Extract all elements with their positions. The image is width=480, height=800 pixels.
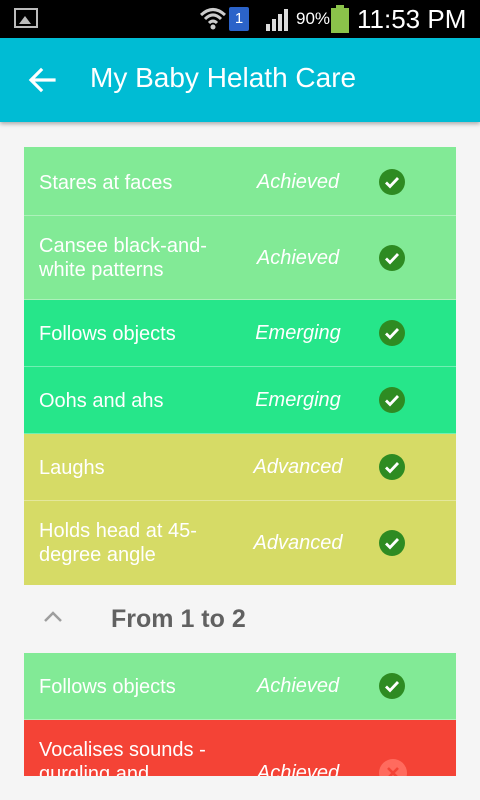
close-circle-icon[interactable] <box>379 759 407 776</box>
check-circle-icon[interactable] <box>379 454 405 480</box>
milestone-list[interactable]: Stares at faces Achieved Cansee black-an… <box>24 122 456 776</box>
milestone-status: Emerging <box>255 389 341 411</box>
wifi-icon <box>200 8 226 30</box>
milestone-name: Stares at faces <box>39 172 173 194</box>
milestone-status: Emerging <box>255 322 341 344</box>
milestone-status: Achieved <box>256 171 340 193</box>
milestone-name: Laughs <box>39 457 105 479</box>
milestone-name: Vocalises sounds - gurgling and <box>39 739 206 776</box>
battery-percent: 90% <box>296 9 331 28</box>
milestone-name: Cansee black-and-white patterns <box>39 235 207 281</box>
milestone-row[interactable]: Follows objects Achieved <box>24 653 456 720</box>
section-header[interactable]: From 1 to 2 <box>24 585 456 653</box>
signal-icon <box>266 9 288 31</box>
clock: 11:53 PM <box>357 4 467 34</box>
milestone-row[interactable]: Cansee black-and-white patterns Achieved <box>24 216 456 300</box>
check-circle-icon[interactable] <box>379 320 405 346</box>
milestone-row[interactable]: Holds head at 45-degree angle Advanced <box>24 501 456 585</box>
milestone-name: Follows objects <box>39 323 176 345</box>
milestone-row[interactable]: Laughs Advanced <box>24 434 456 501</box>
milestone-status: Achieved <box>256 247 340 269</box>
battery-icon <box>331 5 349 33</box>
milestone-name: Oohs and ahs <box>39 390 164 412</box>
sim-icon: 1 <box>229 7 249 31</box>
arrow-back-icon[interactable] <box>26 64 58 96</box>
milestone-name: Follows objects <box>39 676 176 698</box>
check-circle-icon[interactable] <box>379 169 405 195</box>
milestone-status: Advanced <box>253 456 343 478</box>
app-bar: My Baby Helath Care <box>0 38 480 122</box>
chevron-up-icon[interactable] <box>42 609 64 625</box>
page-title: My Baby Helath Care <box>90 62 357 93</box>
check-circle-icon[interactable] <box>379 245 405 271</box>
milestone-row[interactable]: Follows objects Emerging <box>24 300 456 367</box>
milestone-status: Advanced <box>253 532 343 554</box>
check-circle-icon[interactable] <box>379 387 405 413</box>
milestone-row[interactable]: Vocalises sounds - gurgling and Achieved <box>24 720 456 776</box>
milestone-row[interactable]: Oohs and ahs Emerging <box>24 367 456 434</box>
section-title: From 1 to 2 <box>111 605 246 633</box>
milestone-status: Achieved <box>256 675 340 697</box>
milestone-status: Achieved <box>256 762 340 776</box>
list-top-edge <box>24 122 456 149</box>
image-icon <box>14 8 38 28</box>
check-circle-icon[interactable] <box>379 530 405 556</box>
milestone-row[interactable]: Stares at faces Achieved <box>24 149 456 216</box>
status-bar: 1 90% 11:53 PM <box>0 0 480 38</box>
check-circle-icon[interactable] <box>379 673 405 699</box>
milestone-name: Holds head at 45-degree angle <box>39 520 197 566</box>
